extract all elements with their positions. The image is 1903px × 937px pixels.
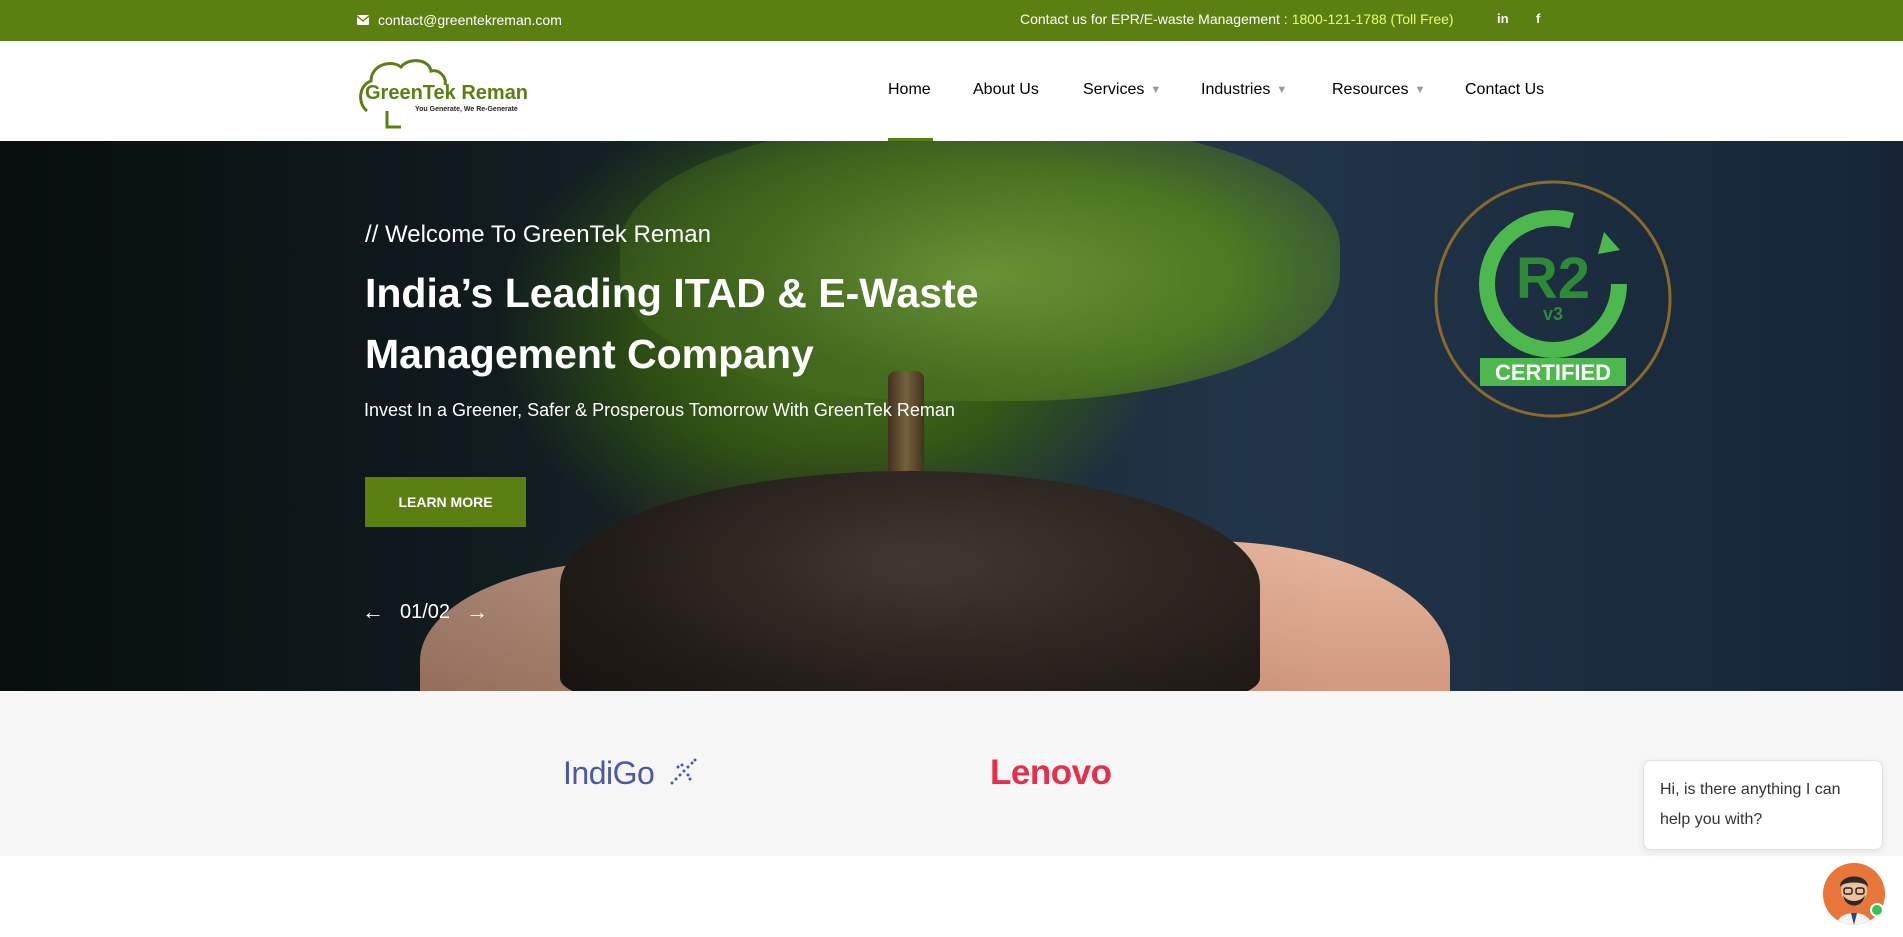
client-logos: IndiGo Lenovo <box>0 691 1903 856</box>
chevron-down-icon: ▼ <box>1150 84 1162 96</box>
phone-link[interactable]: 1800-121-1788 (Toll Free) <box>1292 11 1454 27</box>
lenovo-logo: Lenovo <box>990 753 1112 792</box>
learn-more-button[interactable]: LEARN MORE <box>365 477 526 527</box>
nav-home[interactable]: Home <box>888 81 931 99</box>
arrow-left-icon[interactable]: ← <box>362 599 384 625</box>
site-header: GreenTek Reman You Generate, We Re-Gener… <box>0 41 1903 141</box>
email-text[interactable]: contact@greentekreman.com <box>378 12 562 28</box>
hero-subline: Invest In a Greener, Safer & Prosperous … <box>364 400 955 420</box>
arrow-right-icon[interactable]: → <box>466 599 488 625</box>
headline-line-2: Management Company <box>365 331 814 377</box>
nav-contact-us[interactable]: Contact Us <box>1465 81 1544 99</box>
facebook-icon[interactable]: f <box>1536 11 1540 26</box>
plane-icon <box>670 758 697 785</box>
badge-title: R2 <box>1516 246 1590 311</box>
nav-label: Services <box>1083 81 1145 98</box>
online-status-dot <box>1870 903 1884 917</box>
indigo-logo: IndiGo <box>563 755 655 791</box>
contact-info: Contact us for EPR/E-waste Management : … <box>1020 11 1454 27</box>
nav-industries[interactable]: Industries ▼ <box>1201 81 1287 99</box>
r2-certified-badge: R2 v3 CERTIFIED <box>1434 180 1672 418</box>
chat-message-bubble[interactable]: Hi, is there anything I can help you wit… <box>1643 760 1883 850</box>
nav-resources[interactable]: Resources ▼ <box>1332 81 1425 99</box>
brand-logo[interactable]: GreenTek Reman You Generate, We Re-Gener… <box>357 55 537 129</box>
slide-counter: 01/02 <box>400 600 451 623</box>
nav-label: Contact Us <box>1465 81 1545 98</box>
top-bar: contact@greentekreman.com Contact us for… <box>0 0 1903 41</box>
nav-services[interactable]: Services ▼ <box>1083 81 1161 99</box>
badge-version: v3 <box>1543 304 1563 324</box>
nav-label: Industries <box>1201 81 1271 98</box>
hero-headline: India’s Leading ITAD & E-Waste Managemen… <box>365 263 1125 385</box>
email-link[interactable]: contact@greentekreman.com <box>356 12 562 28</box>
nav-label: About Us <box>973 81 1039 98</box>
logo-tagline: You Generate, We Re-Generate <box>415 106 518 113</box>
hero-welcome: // Welcome To GreenTek Reman <box>365 221 711 248</box>
nav-label: Home <box>888 81 931 98</box>
nav-label: Resources <box>1332 81 1409 98</box>
envelope-icon <box>356 12 370 28</box>
nav-about-us[interactable]: About Us <box>973 81 1039 99</box>
chevron-down-icon: ▼ <box>1276 84 1288 96</box>
slider-controls: ← 01/02 → <box>362 599 488 625</box>
contact-prefix: Contact us for EPR/E-waste Management : <box>1020 11 1288 27</box>
logo-wordmark: GreenTek Reman <box>365 82 528 104</box>
badge-label: CERTIFIED <box>1495 360 1611 385</box>
linkedin-icon[interactable]: in <box>1497 11 1509 26</box>
headline-line-1: India’s Leading ITAD & E-Waste <box>365 270 979 316</box>
chevron-down-icon: ▼ <box>1414 84 1426 96</box>
